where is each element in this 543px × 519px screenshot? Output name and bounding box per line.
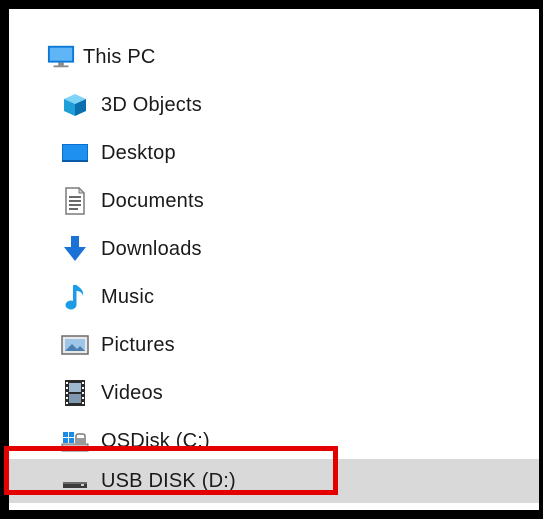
- music-icon: [61, 283, 89, 311]
- videos-icon: [61, 379, 89, 407]
- documents-icon: [61, 187, 89, 215]
- this-pc-icon: [47, 43, 75, 71]
- tree-item-label: Videos: [101, 381, 163, 404]
- tree-item-desktop[interactable]: Desktop: [9, 131, 539, 175]
- tree-item-documents[interactable]: Documents: [9, 179, 539, 223]
- tree-item-music[interactable]: Music: [9, 275, 539, 319]
- navigation-pane: This PC 3D Objects Desktop Documents Dow…: [0, 0, 543, 519]
- tree-item-label: USB DISK (D:): [101, 469, 236, 492]
- tree-item-usb-disk[interactable]: USB DISK (D:): [9, 459, 539, 503]
- 3d-objects-icon: [61, 91, 89, 119]
- tree-item-os-disk[interactable]: OSDisk (C:): [9, 419, 539, 463]
- usb-drive-icon: [61, 467, 89, 495]
- tree-item-label: Music: [101, 285, 155, 308]
- tree-item-label: Downloads: [101, 237, 202, 260]
- tree-item-label: Documents: [101, 189, 204, 212]
- tree-item-label: OSDisk (C:): [101, 429, 210, 452]
- tree-item-this-pc[interactable]: This PC: [9, 35, 539, 79]
- os-disk-icon: [61, 427, 89, 455]
- tree-item-label: Desktop: [101, 141, 176, 164]
- tree-item-pictures[interactable]: Pictures: [9, 323, 539, 367]
- folder-tree: This PC 3D Objects Desktop Documents Dow…: [9, 9, 539, 510]
- tree-item-label: This PC: [83, 45, 156, 68]
- pictures-icon: [61, 331, 89, 359]
- tree-item-videos[interactable]: Videos: [9, 371, 539, 415]
- tree-item-downloads[interactable]: Downloads: [9, 227, 539, 271]
- tree-item-label: 3D Objects: [101, 93, 202, 116]
- desktop-icon: [61, 139, 89, 167]
- tree-item-3d-objects[interactable]: 3D Objects: [9, 83, 539, 127]
- downloads-icon: [61, 235, 89, 263]
- tree-item-label: Pictures: [101, 333, 175, 356]
